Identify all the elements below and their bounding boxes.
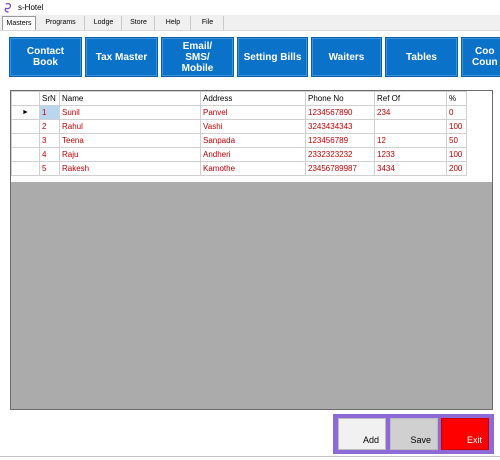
current-row-arrow-icon[interactable]: ► <box>11 105 40 120</box>
cell-name[interactable]: Sunil <box>59 105 201 120</box>
cell-address[interactable]: Andheri <box>200 147 306 162</box>
cell-srno[interactable]: 3 <box>39 133 60 148</box>
column-header-ref-of[interactable]: Ref Of <box>374 91 447 106</box>
cell-ref-of[interactable]: 1233 <box>374 147 447 162</box>
tax-master-button[interactable]: Tax Master <box>85 37 158 77</box>
email-sms-mobile-button[interactable]: Email/ SMS/ Mobile <box>161 37 234 77</box>
cell-srno[interactable]: 1 <box>39 105 60 120</box>
cell-percent[interactable]: 100 <box>446 147 467 162</box>
status-bar <box>0 456 500 460</box>
table-row[interactable]: 3 Teena Sanpada 123456789 12 50 <box>11 133 467 148</box>
cell-name[interactable]: Rakesh <box>59 161 201 176</box>
column-header-percent[interactable]: % <box>446 91 467 106</box>
table-header-row: SrN Name Address Phone No Ref Of % <box>11 91 467 106</box>
cell-address[interactable]: Kamothe <box>200 161 306 176</box>
toolbar: Contact Book Tax Master Email/ SMS/ Mobi… <box>0 31 500 81</box>
window-title: s-Hotel <box>18 3 44 12</box>
cell-phone[interactable]: 123456789 <box>305 133 375 148</box>
cell-ref-of[interactable]: 3434 <box>374 161 447 176</box>
cell-address[interactable]: Sanpada <box>200 133 306 148</box>
column-header-address[interactable]: Address <box>200 91 306 106</box>
row-header[interactable] <box>11 147 40 162</box>
menu-programs[interactable]: Programs <box>37 16 85 30</box>
setting-bills-button[interactable]: Setting Bills <box>237 37 308 77</box>
exit-button[interactable]: Exit <box>441 418 489 450</box>
contacts-table: SrN Name Address Phone No Ref Of % ► 1 S… <box>11 91 467 176</box>
tables-button[interactable]: Tables <box>385 37 458 77</box>
cell-phone[interactable]: 23456789987 <box>305 161 375 176</box>
cell-ref-of[interactable] <box>374 119 447 134</box>
column-header-phone[interactable]: Phone No <box>305 91 375 106</box>
table-row[interactable]: 5 Rakesh Kamothe 23456789987 3434 200 <box>11 161 467 176</box>
save-button[interactable]: Save <box>390 418 438 450</box>
row-header[interactable] <box>11 161 40 176</box>
row-header-corner <box>11 91 40 106</box>
cell-percent[interactable]: 0 <box>446 105 467 120</box>
menu-masters[interactable]: Masters <box>2 16 36 30</box>
column-header-name[interactable]: Name <box>59 91 201 106</box>
cell-address[interactable]: Vashi <box>200 119 306 134</box>
cell-address[interactable]: Panvel <box>200 105 306 120</box>
contact-book-button[interactable]: Contact Book <box>9 37 82 77</box>
cell-percent[interactable]: 200 <box>446 161 467 176</box>
menu-store[interactable]: Store <box>123 16 155 30</box>
row-header[interactable] <box>11 133 40 148</box>
table-row[interactable]: 2 Rahul Vashi 3243434343 100 <box>11 119 467 134</box>
row-header[interactable] <box>11 119 40 134</box>
cell-srno[interactable]: 4 <box>39 147 60 162</box>
app-logo-icon <box>4 3 12 13</box>
column-header-srno[interactable]: SrN <box>39 91 60 106</box>
cell-name[interactable]: Raju <box>59 147 201 162</box>
menu-lodge[interactable]: Lodge <box>86 16 122 30</box>
action-button-group: Add Save Exit <box>333 414 494 454</box>
cell-phone[interactable]: 3243434343 <box>305 119 375 134</box>
cell-percent[interactable]: 50 <box>446 133 467 148</box>
cell-srno[interactable]: 5 <box>39 161 60 176</box>
contacts-grid[interactable]: SrN Name Address Phone No Ref Of % ► 1 S… <box>10 90 493 410</box>
cell-ref-of[interactable]: 12 <box>374 133 447 148</box>
cell-percent[interactable]: 100 <box>446 119 467 134</box>
table-row[interactable]: 4 Raju Andheri 2332323232 1233 100 <box>11 147 467 162</box>
menu-help[interactable]: Help <box>156 16 191 30</box>
cell-ref-of[interactable]: 234 <box>374 105 447 120</box>
cell-name[interactable]: Rahul <box>59 119 201 134</box>
waiters-button[interactable]: Waiters <box>311 37 382 77</box>
title-bar: s-Hotel <box>0 0 500 15</box>
menu-bar: Masters Programs Lodge Store Help File <box>0 15 500 31</box>
cell-phone[interactable]: 1234567890 <box>305 105 375 120</box>
cook-counter-button[interactable]: Coo Coun <box>461 37 500 77</box>
grid-empty-area <box>11 182 492 409</box>
add-button[interactable]: Add <box>338 418 386 450</box>
table-row[interactable]: ► 1 Sunil Panvel 1234567890 234 0 <box>11 105 467 120</box>
cell-srno[interactable]: 2 <box>39 119 60 134</box>
cell-name[interactable]: Teena <box>59 133 201 148</box>
menu-file[interactable]: File <box>192 16 224 30</box>
cell-phone[interactable]: 2332323232 <box>305 147 375 162</box>
